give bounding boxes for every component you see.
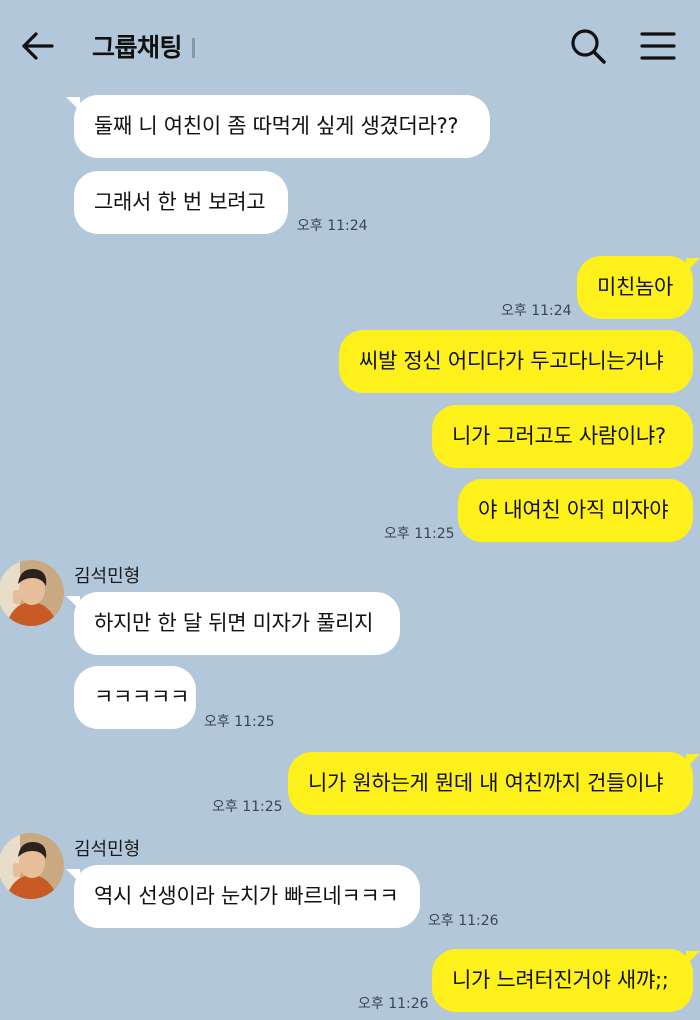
search-icon xyxy=(571,29,606,64)
message-text: 니가 원하는게 뭔데 내 여친까지 건들이냐 xyxy=(308,771,664,795)
message-time: 오후 11:25 xyxy=(212,799,283,815)
back-button[interactable] xyxy=(18,26,58,66)
search-button[interactable] xyxy=(568,26,608,66)
bubble-tail xyxy=(686,258,700,272)
message-text: 씨발 정신 어디다가 두고다니는거냐 xyxy=(359,349,664,373)
message-bubble-outgoing[interactable]: 니가 그러고도 사람이냐? xyxy=(432,405,693,468)
message-bubble-incoming[interactable]: 하지만 한 달 뒤면 미자가 풀리지 xyxy=(74,592,400,655)
message-text: 니가 그러고도 사람이냐? xyxy=(452,424,666,448)
chat-title: 그룹채팅 xyxy=(92,28,196,64)
message-time: 오후 11:26 xyxy=(358,996,429,1012)
message-time: 오후 11:24 xyxy=(501,303,572,319)
message-bubble-incoming[interactable]: 역시 선생이라 눈치가 빠르네ㅋㅋㅋ xyxy=(74,865,420,928)
message-text: 하지만 한 달 뒤면 미자가 풀리지 xyxy=(94,611,374,635)
message-bubble-outgoing[interactable]: 씨발 정신 어디다가 두고다니는거냐 xyxy=(339,330,693,393)
profile-photo xyxy=(0,560,64,626)
title-divider xyxy=(192,38,196,58)
hamburger-menu-icon xyxy=(640,32,676,60)
menu-button[interactable] xyxy=(638,26,678,66)
message-bubble-outgoing[interactable]: 니가 느려터진거야 새꺄;; xyxy=(432,949,693,1012)
message-text: 니가 느려터진거야 새꺄;; xyxy=(452,968,669,992)
sender-name: 김석민형 xyxy=(74,566,141,587)
message-time: 오후 11:25 xyxy=(204,714,275,730)
chat-title-text: 그룹채팅 xyxy=(92,33,183,62)
message-text: 둘째 니 여친이 좀 따먹게 싶게 생겼더라?? xyxy=(94,114,459,138)
message-text: 역시 선생이라 눈치가 빠르네ㅋㅋㅋ xyxy=(94,884,399,908)
message-bubble-incoming[interactable]: 그래서 한 번 보려고 xyxy=(74,171,288,234)
avatar[interactable] xyxy=(0,833,64,899)
avatar[interactable] xyxy=(0,560,64,626)
message-bubble-incoming[interactable]: ㅋㅋㅋㅋㅋ xyxy=(74,666,196,729)
message-text: 야 내여친 아직 미자야 xyxy=(478,498,669,522)
message-time: 오후 11:24 xyxy=(297,218,368,234)
message-time: 오후 11:25 xyxy=(384,526,455,542)
sender-name: 김석민형 xyxy=(74,839,141,860)
bubble-tail xyxy=(686,754,700,768)
profile-photo xyxy=(0,833,64,899)
bubble-tail xyxy=(686,951,700,965)
message-text: 그래서 한 번 보려고 xyxy=(94,190,266,214)
message-bubble-outgoing[interactable]: 니가 원하는게 뭔데 내 여친까지 건들이냐 xyxy=(288,752,693,815)
message-text: ㅋㅋㅋㅋㅋ xyxy=(94,685,190,709)
chat-header: 그룹채팅 xyxy=(0,0,700,90)
message-bubble-outgoing[interactable]: 미친놈아 xyxy=(577,256,693,319)
message-time: 오후 11:26 xyxy=(428,913,499,929)
message-bubble-outgoing[interactable]: 야 내여친 아직 미자야 xyxy=(458,479,693,542)
arrow-left-icon xyxy=(22,32,54,60)
message-text: 미친놈아 xyxy=(597,275,674,299)
message-bubble-incoming[interactable]: 둘째 니 여친이 좀 따먹게 싶게 생겼더라?? xyxy=(74,95,490,158)
